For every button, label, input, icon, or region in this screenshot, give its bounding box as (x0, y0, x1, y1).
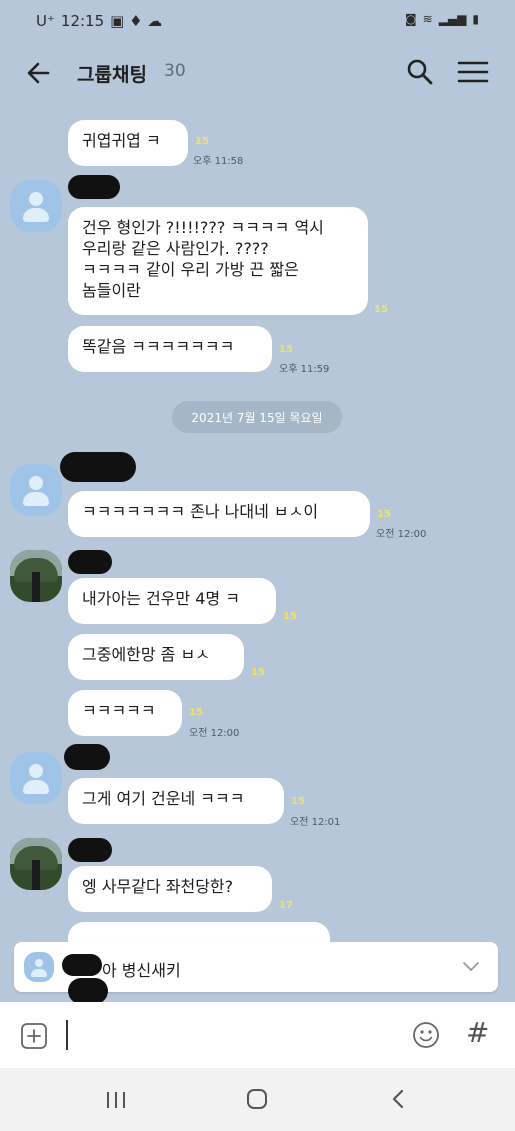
chevron-down-icon[interactable] (460, 955, 482, 977)
message-time: 오전 12:00 (376, 529, 427, 540)
message-time: 오후 11:59 (279, 364, 330, 375)
battery-icon: ▮ (472, 12, 479, 26)
menu-icon[interactable] (455, 56, 491, 88)
message-bubble[interactable]: 귀엽귀엽 ㅋ (68, 120, 188, 166)
unread-count: 15 (377, 509, 391, 520)
emoji-icon[interactable] (411, 1020, 441, 1050)
message-bubble[interactable]: 내가아는 건우만 4명 ㅋ (68, 578, 276, 624)
chat-title: 그룹채팅 (77, 64, 147, 86)
message-time: 오전 12:01 (290, 817, 341, 828)
redacted-sender-name (64, 744, 110, 770)
member-count: 30 (164, 61, 186, 81)
system-icons: ◙ ≋ ▂▄▆ ▮ (405, 12, 479, 26)
redacted-sender-name (62, 954, 102, 976)
message-bubble[interactable]: 엥 사무같다 좌천당한? (68, 866, 272, 912)
status-bar: U⁺ 12:15 ▣ ♦ ☁ ◙ ≋ ▂▄▆ ▮ (0, 0, 515, 42)
unread-count: 15 (283, 611, 297, 622)
message-time: 오후 11:58 (193, 156, 244, 167)
wifi-icon: ≋ (422, 12, 433, 26)
message-bubble[interactable]: 그게 여기 건운네 ㅋㅋㅋ (68, 778, 284, 824)
notice-avatar (24, 952, 54, 982)
avatar[interactable] (10, 180, 62, 232)
notification-icons: ▣ ♦ ☁ (110, 12, 163, 30)
phone-screen: U⁺ 12:15 ▣ ♦ ☁ ◙ ≋ ▂▄▆ ▮ 그룹채팅 30 귀엽귀엽 ㅋ … (0, 0, 515, 1131)
unread-count: 15 (251, 667, 265, 678)
search-icon[interactable] (404, 56, 436, 88)
unread-count: 15 (374, 304, 388, 315)
clock: 12:15 (60, 12, 105, 30)
chat-header: 그룹채팅 30 (0, 42, 515, 104)
message-bubble[interactable]: 그중에한망 좀 ㅂㅅ (68, 634, 244, 680)
hashtag-button[interactable]: # (466, 1016, 489, 1049)
nav-back-icon[interactable] (388, 1088, 408, 1110)
avatar[interactable] (10, 752, 62, 804)
message-bubble[interactable]: ㅋㅋㅋㅋㅋㅋㅋ 존나 나대네 ㅂㅅ이 (68, 491, 370, 537)
signal-icon: ▂▄▆ (438, 12, 467, 26)
home-icon[interactable] (246, 1088, 268, 1110)
unread-count: 15 (279, 344, 293, 355)
notice-text: 아 병신새키 (102, 961, 181, 980)
avatar[interactable] (10, 550, 62, 602)
message-composer[interactable]: # (0, 1002, 515, 1068)
message-bubble[interactable]: 똑같음 ㅋㅋㅋㅋㅋㅋㅋ (68, 326, 272, 372)
redacted-sender-name (68, 175, 120, 199)
date-divider: 2021년 7월 15일 목요일 (172, 401, 342, 433)
unread-count: 15 (195, 136, 209, 147)
system-nav-bar (0, 1068, 515, 1131)
carrier-label: U⁺ (36, 12, 55, 30)
message-bubble[interactable]: 건우 형인가 ?!!!!??? ㅋㅋㅋㅋ 역시 우리랑 같은 사람인가. ???… (68, 207, 368, 315)
recents-icon[interactable] (104, 1090, 128, 1110)
add-attachment-icon[interactable] (20, 1022, 48, 1050)
redacted-sender-name (60, 452, 136, 482)
message-list[interactable]: 귀엽귀엽 ㅋ 15 오후 11:58 건우 형인가 ?!!!!??? ㅋㅋㅋㅋ … (0, 104, 515, 1001)
text-cursor[interactable] (66, 1020, 68, 1050)
unread-count: 15 (189, 707, 203, 718)
avatar[interactable] (10, 464, 62, 516)
redacted-sender-name (68, 550, 112, 574)
message-time: 오전 12:00 (189, 728, 240, 739)
message-bubble[interactable]: ㅋㅋㅋㅋㅋ (68, 690, 182, 736)
unread-count: 15 (291, 796, 305, 807)
redacted-sender-name (68, 838, 112, 862)
unread-count: 17 (279, 900, 293, 911)
back-arrow-icon[interactable] (22, 56, 56, 90)
avatar[interactable] (10, 838, 62, 890)
mute-icon: ◙ (404, 12, 417, 26)
redacted-sender-name (68, 978, 108, 1004)
